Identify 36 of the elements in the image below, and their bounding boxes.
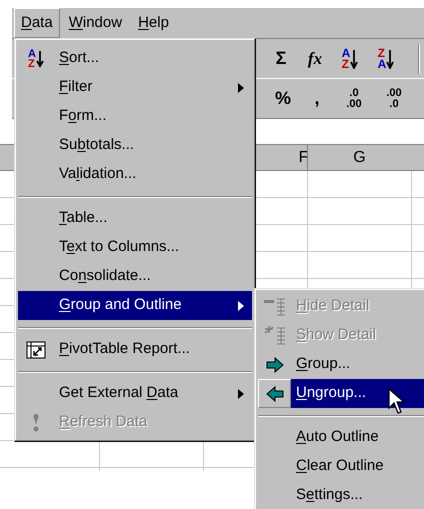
left-arrow-icon [266, 386, 284, 402]
mouse-pointer-icon [388, 388, 405, 415]
toolbar-button[interactable]: A Z [332, 48, 368, 70]
menu-item[interactable]: Get External Data [18, 379, 252, 408]
down-arrow-icon [386, 48, 394, 68]
menu-item[interactable]: Validation... [18, 160, 252, 189]
menu-item[interactable]: Filter [18, 73, 252, 102]
right-arrow-icon [266, 356, 284, 372]
menu-item[interactable]: Clear Outline [258, 452, 424, 481]
menu-item[interactable]: A Z Sort... [18, 44, 252, 73]
column-header[interactable]: G [307, 145, 411, 170]
outline-collapse-icon [262, 296, 286, 316]
menu-item[interactable]: Subtotals... [18, 131, 252, 160]
menu-bar-item[interactable]: Window [62, 8, 130, 38]
toolbar-button[interactable]: Z A [368, 48, 404, 70]
menu-item[interactable]: Form... [18, 102, 252, 131]
menu-item[interactable]: Group and Outline [18, 291, 252, 320]
menu-bar-item[interactable]: Help [131, 8, 176, 38]
menu-item[interactable]: Consolidate... [18, 262, 252, 291]
outline-expand-icon [262, 326, 286, 346]
menu-item[interactable]: Text to Columns... [18, 233, 252, 262]
menu-item[interactable]: Auto Outline [258, 423, 424, 452]
pivot-table-icon [26, 340, 46, 358]
toolbar-button[interactable]: % [266, 85, 300, 112]
toolbar-button[interactable]: Σ [264, 45, 298, 72]
toolbar-button[interactable]: .0 .00 [334, 88, 374, 110]
menu-item[interactable]: Settings... [258, 481, 424, 509]
menu-bar-item[interactable]: Data [14, 8, 60, 38]
toolbar-button[interactable]: , [300, 85, 334, 112]
toolbar-button[interactable]: fx [298, 46, 332, 72]
down-arrow-icon [350, 48, 358, 68]
menu-item[interactable]: Table... [18, 204, 252, 233]
menu-item[interactable]: PivotTable Report... [18, 335, 252, 364]
toolbar-button[interactable]: .00 .0 [374, 88, 414, 110]
menu-item[interactable]: Group... [258, 350, 424, 379]
exclamation-icon [31, 412, 41, 432]
